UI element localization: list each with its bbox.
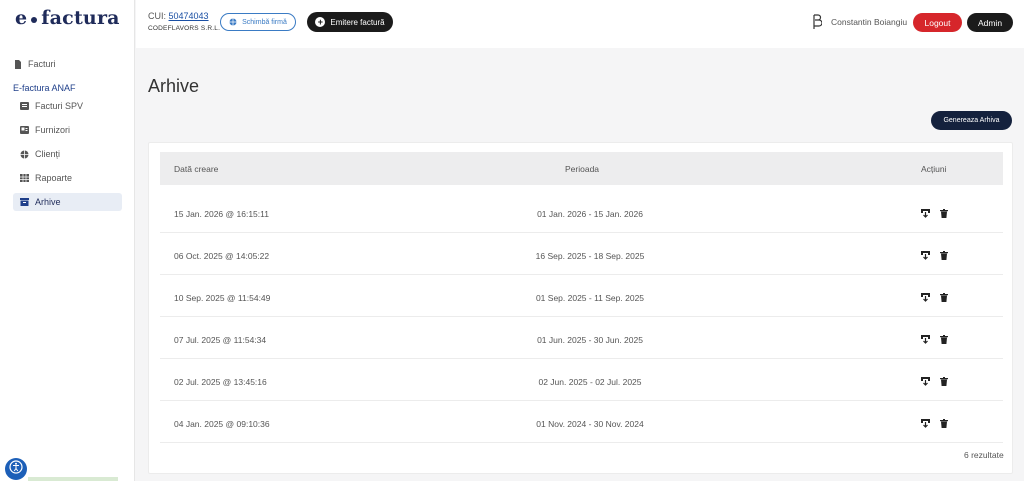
sidebar-item-clienti[interactable]: Clienți [13,145,122,163]
row-actions [921,251,949,260]
supplier-icon [20,126,29,135]
table-icon [20,174,29,183]
table-header: Dată creare Perioada Acțiuni [160,152,1003,185]
plus-circle-icon: + [315,17,326,27]
trash-icon[interactable] [940,251,949,260]
trash-icon[interactable] [940,377,949,386]
sidebar-item-rapoarte[interactable]: Rapoarte [13,169,122,187]
trash-icon[interactable] [940,419,949,428]
sidebar-item-facturi-spv[interactable]: Facturi SPV [13,97,122,115]
sidebar-item-label: Arhive [35,197,61,207]
archive-icon [20,198,29,207]
cell-created: 06 Oct. 2025 @ 14:05:22 [174,251,270,261]
status-strip [28,477,118,481]
change-company-label: Schimbă firmă [242,18,287,26]
cell-period: 01 Jun. 2025 - 30 Jun. 2025 [537,335,643,345]
table-row: 06 Oct. 2025 @ 14:05:22 16 Sep. 2025 - 1… [160,233,1003,275]
cell-period: 16 Sep. 2025 - 18 Sep. 2025 [535,251,645,261]
company-name: CODEFLAVORS S.R.L. [148,25,221,32]
download-icon[interactable] [921,209,930,218]
emit-invoice-label: Emitere factură [330,17,385,27]
sidebar-item-label: Furnizori [35,125,71,135]
cell-period: 01 Jan. 2026 - 15 Jan. 2026 [537,209,643,219]
download-icon[interactable] [921,419,930,428]
results-count: 6 rezultate [964,450,1004,460]
sidebar-item-label: Clienți [35,149,61,159]
column-header-actions: Acțiuni [921,164,947,174]
archives-table-card: Dată creare Perioada Acțiuni 15 Jan. 202… [148,142,1013,474]
row-actions [921,209,949,218]
app-logo[interactable]: e factura [15,6,120,30]
user-brand-icon [812,13,823,31]
logo-dot [31,16,38,23]
globe-icon [20,150,29,159]
user-name: Constantin Boiangiu [831,17,908,27]
table-row: 07 Jul. 2025 @ 11:54:34 01 Jun. 2025 - 3… [160,317,1003,359]
row-actions [921,377,949,386]
accessibility-button[interactable] [5,458,27,480]
accessibility-icon [9,459,23,479]
sidebar-item-facturi[interactable]: Facturi [13,55,122,73]
cell-period: 02 Jun. 2025 - 02 Jul. 2025 [538,377,642,387]
download-icon[interactable] [921,251,930,260]
sidebar: e factura Facturi E-factura ANAF Facturi… [0,0,135,481]
cell-created: 10 Sep. 2025 @ 11:54:49 [174,293,271,303]
row-actions [921,419,949,428]
document-icon [13,59,22,69]
sidebar-item-arhive[interactable]: Arhive [13,193,122,211]
cell-created: 04 Jan. 2025 @ 09:10:36 [174,419,270,429]
globe-icon [229,18,237,26]
download-icon[interactable] [921,293,930,302]
cell-created: 07 Jul. 2025 @ 11:54:34 [174,335,267,345]
cui-label: CUI: 50474043 [148,11,209,21]
top-header: CUI: 50474043 CODEFLAVORS S.R.L. Schimbă… [136,0,1024,48]
emit-invoice-button[interactable]: + Emitere factură [307,12,393,32]
sidebar-item-furnizori[interactable]: Furnizori [13,121,122,139]
invoice-list-icon [20,102,29,111]
table-row: 10 Sep. 2025 @ 11:54:49 01 Sep. 2025 - 1… [160,275,1003,317]
download-icon[interactable] [921,335,930,344]
change-company-button[interactable]: Schimbă firmă [220,13,296,31]
trash-icon[interactable] [940,293,949,302]
cell-created: 02 Jul. 2025 @ 13:45:16 [174,377,267,387]
cell-period: 01 Sep. 2025 - 11 Sep. 2025 [535,293,645,303]
page-title: Arhive [148,76,200,96]
sidebar-item-label: Rapoarte [35,173,73,183]
sidebar-item-label: Facturi [28,59,56,69]
column-header-created: Dată creare [174,164,219,174]
logout-button[interactable]: Logout [913,13,962,32]
generate-archive-button[interactable]: Genereaza Arhiva [931,111,1012,130]
logo-text-factura: factura [41,7,120,29]
table-row: 02 Jul. 2025 @ 13:45:16 02 Jun. 2025 - 0… [160,359,1003,401]
cell-period: 01 Nov. 2024 - 30 Nov. 2024 [536,419,644,429]
table-row: 04 Jan. 2025 @ 09:10:36 01 Nov. 2024 - 3… [160,401,1003,443]
admin-button[interactable]: Admin [967,13,1013,32]
cell-created: 15 Jan. 2026 @ 16:15:11 [174,209,269,219]
logo-text-e: e [15,7,28,29]
trash-icon[interactable] [940,209,949,218]
row-actions [921,335,949,344]
table-row: 15 Jan. 2026 @ 16:15:11 01 Jan. 2026 - 1… [160,191,1003,233]
row-actions [921,293,949,302]
sidebar-section-efactura: E-factura ANAF [13,83,76,93]
download-icon[interactable] [921,377,930,386]
column-header-period: Perioada [565,164,600,174]
sidebar-item-label: Facturi SPV [35,101,84,111]
trash-icon[interactable] [940,335,949,344]
cui-link[interactable]: 50474043 [169,11,209,21]
